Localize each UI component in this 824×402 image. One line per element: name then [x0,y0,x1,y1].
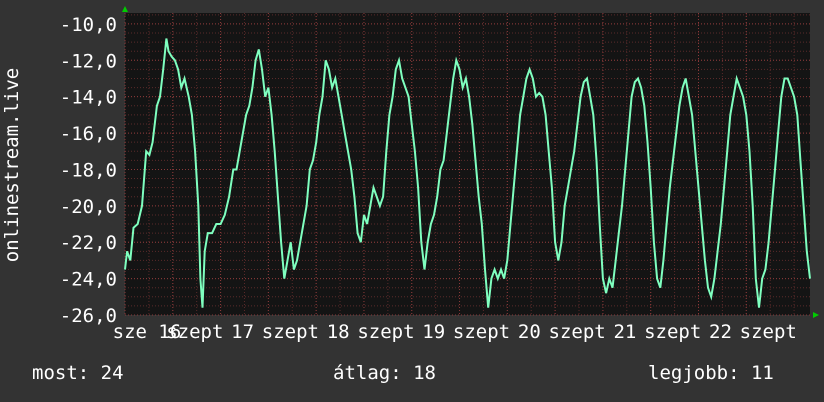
y-axis-arrow-icon [122,6,128,12]
stat-current: most: 24 [32,362,124,384]
y-tick-label: -22,0 [60,232,117,254]
y-axis-label: onlinestream.live [1,67,23,263]
y-tick-label: -20,0 [60,196,117,218]
y-axis-ticks: -10,0 -12,0 -14,0 -16,0 -18,0 -20,0 -22,0 -24,0… [60,14,117,327]
y-tick-label: -14,0 [60,87,117,109]
x-tick-label: szept [357,321,414,343]
x-tick-label: 21 [613,321,636,343]
x-tick-label: 18 [327,321,350,343]
y-tick-label: -18,0 [60,159,117,181]
x-tick-label: szept [740,321,797,343]
stat-best: legjobb: 11 [648,362,774,384]
y-tick-label: -24,0 [60,269,117,291]
y-tick-label: -16,0 [60,123,117,145]
x-tick-label: szept [644,321,701,343]
x-tick-label: szept [166,321,223,343]
y-tick-label: -26,0 [60,305,117,327]
x-tick-label: szept [262,321,319,343]
line-chart: -10,0 -12,0 -14,0 -16,0 -18,0 -20,0 -22,0 -24,0… [60,6,819,343]
x-axis-ticks: sze 16szept 17 szept 18 szept 19 szept 20 szept 2… [113,321,797,343]
x-axis-arrow-icon [813,312,819,318]
y-tick-label: -10,0 [60,14,117,36]
x-tick-label: 17 [231,321,254,343]
x-tick-label: szept [453,321,510,343]
x-tick-label: 22 [709,321,732,343]
x-tick-label: szept [549,321,606,343]
x-tick-label: 19 [422,321,445,343]
stat-average: átlag: 18 [333,362,436,384]
y-tick-label: -12,0 [60,50,117,72]
x-tick-label: 20 [518,321,541,343]
